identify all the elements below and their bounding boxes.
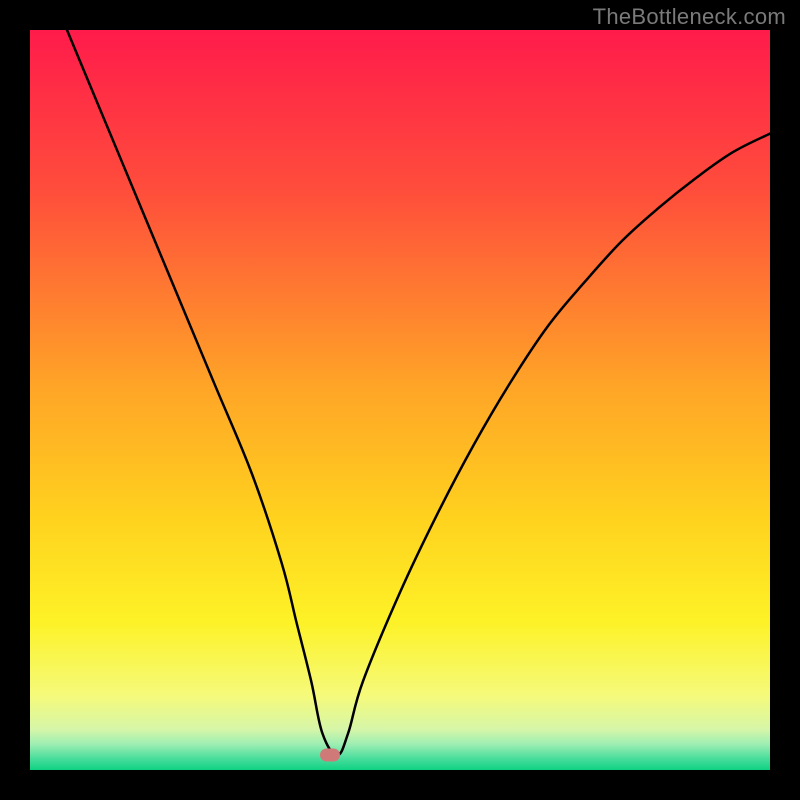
bottleneck-curve bbox=[30, 30, 770, 770]
plot-area bbox=[30, 30, 770, 770]
watermark-text: TheBottleneck.com bbox=[593, 4, 786, 30]
chart-frame: TheBottleneck.com bbox=[0, 0, 800, 800]
optimum-marker bbox=[320, 749, 340, 762]
